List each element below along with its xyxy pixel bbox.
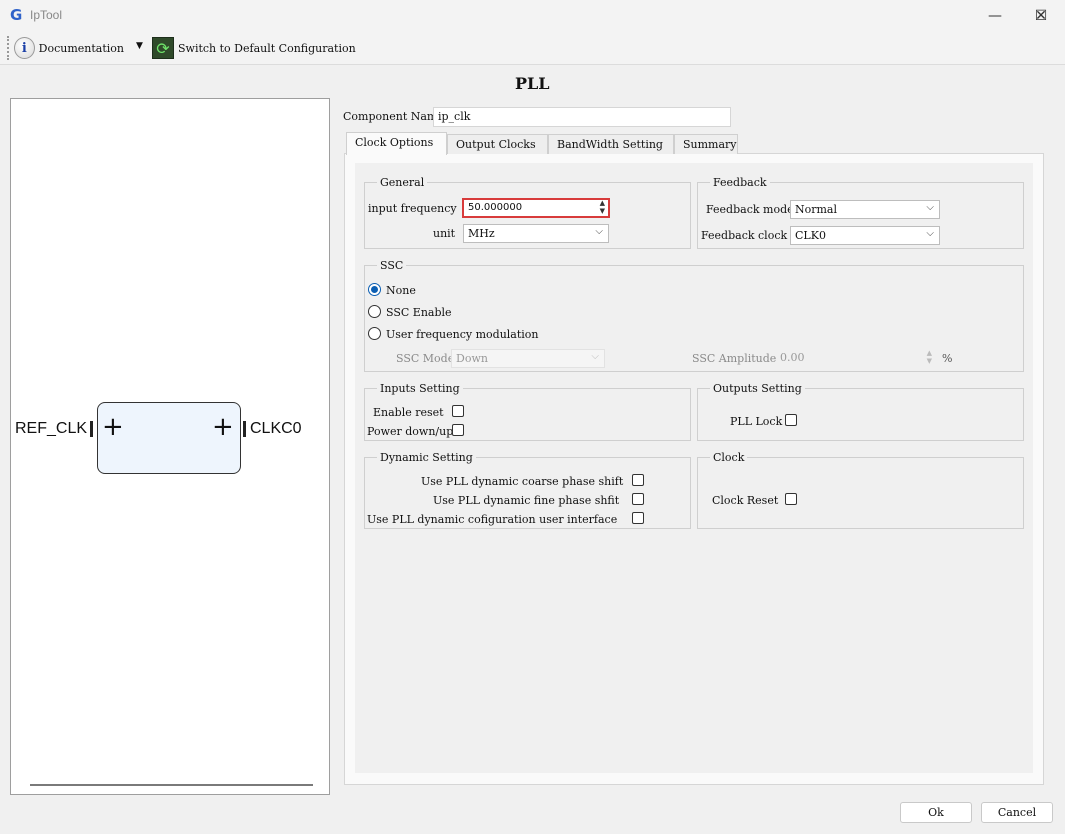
tab-summary[interactable]: Summary: [674, 134, 738, 154]
documentation-dropdown-icon[interactable]: ▼: [136, 41, 143, 51]
cancel-label: Cancel: [997, 806, 1037, 819]
ok-button[interactable]: Ok: [900, 802, 972, 823]
window-title: IpTool: [30, 8, 63, 22]
dynamic-config-checkbox[interactable]: [632, 512, 644, 524]
input-frequency-label: input frequency: [368, 202, 457, 215]
enable-reset-checkbox[interactable]: [452, 405, 464, 417]
pll-lock-label: PLL Lock: [730, 415, 783, 428]
info-icon: i: [14, 37, 35, 59]
ssc-mode-value: Down: [456, 352, 488, 365]
clock-reset-label: Clock Reset: [712, 494, 779, 507]
clock-legend: Clock: [710, 451, 748, 464]
input-frequency-value: 50.000000: [468, 202, 523, 213]
chevron-down-icon: ⌵: [926, 202, 934, 213]
ssc-user-modulation-radio[interactable]: [368, 327, 381, 340]
output-port-label: CLKC0: [250, 420, 302, 437]
ssc-amplitude-unit: %: [942, 352, 953, 365]
close-button[interactable]: ✕: [1018, 0, 1064, 32]
fine-phase-shift-checkbox[interactable]: [632, 493, 644, 505]
input-port-pin: [90, 421, 93, 437]
ssc-amplitude-value: 0.00: [780, 351, 805, 364]
component-name-input[interactable]: ip_clk: [433, 107, 731, 127]
switch-default-config-label: Switch to Default Configuration: [178, 41, 356, 55]
fine-phase-shift-label: Use PLL dynamic fine phase shfit: [433, 494, 620, 507]
spin-down-icon[interactable]: ▼: [600, 208, 605, 215]
feedback-clock-label: Feedback clock: [701, 229, 788, 242]
chevron-down-icon: ⌵: [591, 351, 599, 362]
feedback-mode-label: Feedback mode: [706, 203, 794, 216]
component-name-label: Component Name: [343, 110, 444, 123]
close-icon: ✕: [1035, 8, 1047, 24]
feedback-mode-value: Normal: [795, 203, 838, 216]
chevron-down-icon: ⌵: [595, 226, 603, 237]
tab-output-clocks[interactable]: Output Clocks: [447, 134, 548, 154]
ssc-none-label: None: [386, 284, 416, 297]
clock-group: Clock: [697, 451, 1024, 529]
cancel-button[interactable]: Cancel: [981, 802, 1053, 823]
input-frequency-spinbox[interactable]: 50.000000 ▲ ▼: [462, 198, 610, 218]
tab-bandwidth-setting[interactable]: BandWidth Setting: [548, 134, 674, 154]
feedback-mode-select[interactable]: Normal ⌵: [790, 200, 940, 219]
unit-label: unit: [433, 227, 456, 240]
documentation-button[interactable]: i Documentation: [14, 35, 124, 61]
switch-default-config-button[interactable]: ⟳ Switch to Default Configuration: [152, 36, 356, 60]
ssc-enable-radio[interactable]: [368, 305, 381, 318]
spin-up-icon[interactable]: ▲: [600, 200, 605, 207]
power-down-label: Power down/up: [367, 425, 454, 438]
outputs-setting-legend: Outputs Setting: [710, 382, 805, 395]
spin-up-icon[interactable]: ▲: [927, 350, 932, 357]
preview-horizontal-scrollbar[interactable]: [30, 784, 313, 786]
pll-lock-checkbox[interactable]: [785, 414, 797, 426]
page-title: PLL: [515, 74, 550, 93]
chevron-down-icon: ⌵: [926, 228, 934, 239]
output-port-pin: [243, 421, 246, 437]
inputs-setting-legend: Inputs Setting: [377, 382, 463, 395]
app-logo-icon: G: [10, 6, 23, 24]
power-down-checkbox[interactable]: [452, 424, 464, 436]
coarse-phase-shift-checkbox[interactable]: [632, 474, 644, 486]
dynamic-config-label: Use PLL dynamic cofiguration user interf…: [367, 513, 618, 526]
input-plus-icon: +: [102, 412, 124, 442]
dynamic-setting-legend: Dynamic Setting: [377, 451, 476, 464]
enable-reset-label: Enable reset: [373, 406, 444, 419]
ssc-none-radio[interactable]: [368, 283, 381, 296]
ssc-mode-select[interactable]: Down ⌵: [451, 349, 605, 368]
title-bar: [0, 0, 1065, 32]
ssc-enable-label: SSC Enable: [386, 306, 452, 319]
tab-clock-options[interactable]: Clock Options: [346, 132, 447, 155]
ssc-legend: SSC: [377, 259, 407, 272]
clock-reset-checkbox[interactable]: [785, 493, 797, 505]
documentation-label: Documentation: [38, 41, 124, 55]
output-plus-icon: +: [212, 412, 234, 442]
ssc-user-modulation-label: User frequency modulation: [386, 328, 539, 341]
ssc-amplitude-label: SSC Amplitude: [692, 352, 777, 365]
feedback-clock-value: CLK0: [795, 229, 826, 242]
ok-label: Ok: [928, 806, 944, 819]
feedback-clock-select[interactable]: CLK0 ⌵: [790, 226, 940, 245]
ssc-amplitude-spinbox[interactable]: 0.00 ▲ ▼: [778, 349, 936, 368]
ssc-mode-label: SSC Mode: [396, 352, 455, 365]
unit-select[interactable]: MHz ⌵: [463, 224, 609, 243]
toolbar-grip[interactable]: [7, 36, 10, 60]
spin-down-icon[interactable]: ▼: [927, 358, 932, 365]
unit-value: MHz: [468, 227, 495, 240]
general-legend: General: [377, 176, 428, 189]
feedback-legend: Feedback: [710, 176, 770, 189]
input-port-label: REF_CLK: [15, 420, 88, 437]
refresh-icon: ⟳: [152, 37, 174, 59]
coarse-phase-shift-label: Use PLL dynamic coarse phase shift: [421, 475, 624, 488]
